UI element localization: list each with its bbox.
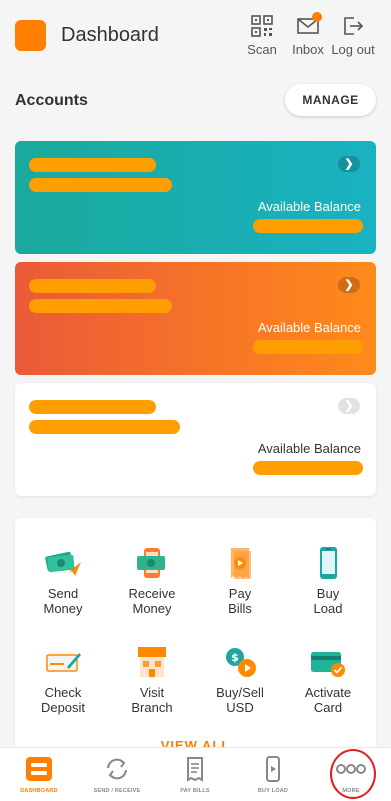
- visit-branch-icon: [138, 647, 166, 677]
- account-name-placeholder: [29, 400, 156, 414]
- tab-pay-bills[interactable]: PAY BILLS: [156, 756, 234, 794]
- account-name-placeholder: [29, 158, 156, 172]
- highlight-ring: [330, 749, 376, 799]
- accounts-header: Accounts MANAGE: [15, 84, 376, 116]
- pay-bills-icon: [231, 548, 251, 579]
- balance-amount-placeholder: [253, 340, 363, 354]
- tab-buy-load[interactable]: BUY LOAD: [234, 756, 312, 794]
- buy-sell-usd-icon: $: [226, 648, 256, 677]
- notification-badge: [312, 12, 322, 22]
- tab-dashboard[interactable]: DASHBOARD: [0, 756, 78, 794]
- receive-money-button[interactable]: Receive Money: [112, 546, 192, 616]
- activate-card-icon: [311, 652, 345, 677]
- receive-money-icon: [137, 548, 165, 578]
- tab-send-receive[interactable]: SEND / RECEIVE: [78, 756, 156, 794]
- tab-label: BUY LOAD: [257, 788, 289, 794]
- activate-card-button[interactable]: Activate Card: [288, 645, 368, 715]
- chevron-right-icon[interactable]: ❯: [338, 277, 360, 293]
- balance-amount-placeholder: [253, 219, 363, 233]
- check-deposit-label: Check Deposit: [40, 685, 86, 715]
- buy-load-label: Buy Load: [313, 586, 343, 616]
- activate-card-label: Activate Card: [304, 685, 352, 715]
- account-card[interactable]: ❯ Available Balance: [15, 141, 376, 254]
- inbox-label: Inbox: [292, 42, 324, 57]
- logout-icon: [344, 17, 364, 35]
- scan-button[interactable]: Scan: [238, 14, 286, 57]
- visit-branch-label: Visit Branch: [131, 685, 173, 715]
- account-number-placeholder: [29, 299, 172, 313]
- account-name-placeholder: [29, 279, 156, 293]
- qr-code-icon: [251, 15, 273, 37]
- send-money-button[interactable]: Send Money: [23, 546, 103, 616]
- logout-label: Log out: [331, 42, 375, 57]
- account-number-placeholder: [29, 178, 172, 192]
- visit-branch-button[interactable]: Visit Branch: [112, 645, 192, 715]
- pay-bills-label: Pay Bills: [228, 586, 252, 616]
- inbox-button[interactable]: Inbox: [284, 12, 332, 57]
- send-money-icon: [45, 551, 81, 576]
- pay-bills-button[interactable]: Pay Bills: [200, 546, 280, 616]
- available-balance-label: Available Balance: [257, 199, 361, 214]
- check-deposit-icon: [46, 653, 81, 672]
- refresh-icon: [107, 758, 127, 780]
- app-header: Dashboard Scan Inbox Log out: [0, 0, 391, 72]
- accounts-title: Accounts: [15, 92, 88, 109]
- tab-label: PAY BILLS: [180, 788, 210, 794]
- app-logo: [15, 20, 46, 51]
- buy-sell-usd-button[interactable]: $ Buy/Sell USD: [200, 645, 280, 715]
- account-card[interactable]: ❯ Available Balance: [15, 383, 376, 496]
- scan-label: Scan: [247, 42, 277, 57]
- chevron-right-icon[interactable]: ❯: [338, 398, 360, 414]
- account-card[interactable]: ❯ Available Balance: [15, 262, 376, 375]
- phone-icon: [266, 756, 280, 782]
- receipt-icon: [187, 757, 203, 782]
- manage-button[interactable]: MANAGE: [285, 84, 376, 116]
- send-money-label: Send Money: [43, 586, 83, 616]
- buy-sell-usd-label: Buy/Sell USD: [216, 685, 264, 715]
- page-title: Dashboard: [61, 24, 159, 46]
- tab-label: DASHBOARD: [20, 788, 58, 794]
- buy-load-button[interactable]: Buy Load: [288, 546, 368, 616]
- logout-button[interactable]: Log out: [329, 14, 377, 57]
- balance-amount-placeholder: [253, 461, 363, 475]
- services-panel: Send Money Receive Money Pay Bills Buy L…: [15, 518, 376, 758]
- chevron-right-icon[interactable]: ❯: [338, 156, 360, 172]
- available-balance-label: Available Balance: [257, 320, 361, 335]
- svg-text:$: $: [231, 651, 239, 664]
- account-number-placeholder: [29, 420, 180, 434]
- dashboard-icon: [26, 757, 52, 781]
- buy-load-icon: [320, 547, 337, 579]
- check-deposit-button[interactable]: Check Deposit: [23, 645, 103, 715]
- tab-label: SEND / RECEIVE: [93, 788, 141, 794]
- available-balance-label: Available Balance: [257, 441, 361, 456]
- receive-money-label: Receive Money: [128, 586, 176, 616]
